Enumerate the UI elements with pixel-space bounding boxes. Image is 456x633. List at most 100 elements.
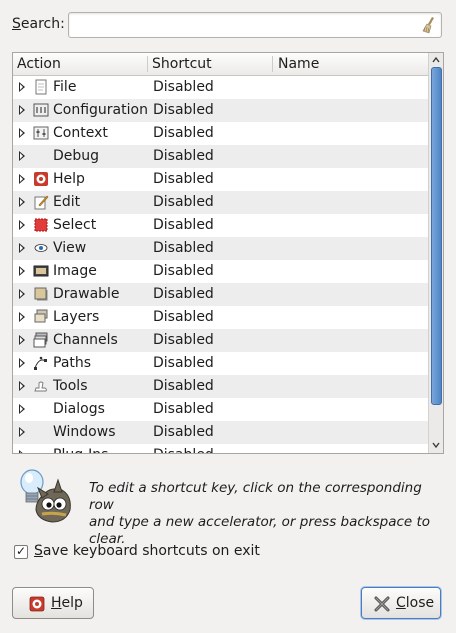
help-lifebuoy-icon: [29, 596, 45, 612]
scroll-up-arrow-icon[interactable]: [432, 56, 440, 64]
table-row[interactable]: View Disabled: [13, 237, 429, 260]
row-shortcut-value: Disabled: [153, 240, 214, 256]
row-shortcut-value: Disabled: [153, 355, 214, 371]
expand-arrow-icon[interactable]: [19, 266, 25, 276]
expand-arrow-icon[interactable]: [19, 243, 25, 253]
row-action-label: File: [53, 79, 77, 95]
expand-arrow-icon[interactable]: [19, 82, 25, 92]
save-shortcuts-checkbox[interactable]: ✓: [14, 544, 28, 559]
column-separator: [147, 56, 148, 72]
drawable-icon: [34, 287, 48, 301]
close-x-icon: [374, 596, 390, 612]
table-row[interactable]: Windows Disabled: [13, 421, 429, 444]
scroll-down-arrow-icon[interactable]: [432, 441, 440, 449]
table-row[interactable]: File Disabled: [13, 76, 429, 99]
row-action-label: Help: [53, 171, 85, 187]
save-shortcuts-label[interactable]: Save keyboard shortcuts on exit: [34, 543, 260, 559]
column-header-shortcut[interactable]: Shortcut: [152, 56, 212, 72]
search-input[interactable]: [68, 12, 442, 38]
expand-arrow-icon[interactable]: [19, 220, 25, 230]
expand-arrow-icon[interactable]: [19, 128, 25, 138]
paths-icon: [34, 356, 47, 370]
wilber-lightbulb-icon: [20, 469, 71, 523]
checkmark-icon: ✓: [16, 544, 27, 558]
table-row[interactable]: Context Disabled: [13, 122, 429, 145]
row-action-label: Drawable: [53, 286, 120, 302]
help-icon: [34, 172, 48, 186]
expand-arrow-icon[interactable]: [19, 335, 25, 345]
row-shortcut-value: Disabled: [153, 217, 214, 233]
table-row[interactable]: Drawable Disabled: [13, 283, 429, 306]
configuration-icon: [33, 103, 49, 117]
table-row[interactable]: Configuration Disabled: [13, 99, 429, 122]
context-icon: [33, 126, 49, 140]
expand-arrow-icon[interactable]: [19, 151, 25, 161]
search-row: Search:: [12, 12, 444, 38]
row-action-label: Dialogs: [53, 401, 105, 417]
tree-rows: File Disabled Configuration Disabled Context…: [13, 76, 429, 453]
table-row[interactable]: Select Disabled: [13, 214, 429, 237]
row-action-label: Windows: [53, 424, 116, 440]
column-header-action[interactable]: Action: [17, 56, 61, 72]
row-shortcut-value: Disabled: [153, 378, 214, 394]
tree-header: Action Shortcut Name: [13, 53, 429, 76]
eye-icon: [34, 244, 48, 252]
channels-icon: [33, 332, 48, 348]
table-row[interactable]: Help Disabled: [13, 168, 429, 191]
table-row[interactable]: Tools Disabled: [13, 375, 429, 398]
expand-arrow-icon[interactable]: [19, 381, 25, 391]
table-row[interactable]: Edit Disabled: [13, 191, 429, 214]
row-action-label: Context: [53, 125, 108, 141]
row-action-label: Select: [53, 217, 97, 233]
row-action-label: Plug-Ins: [53, 447, 108, 453]
row-shortcut-value: Disabled: [153, 401, 214, 417]
table-row[interactable]: Paths Disabled: [13, 352, 429, 375]
row-shortcut-value: Disabled: [153, 286, 214, 302]
layers-icon: [34, 309, 48, 323]
file-icon: [35, 79, 47, 95]
tools-icon: [34, 381, 47, 392]
table-row[interactable]: Layers Disabled: [13, 306, 429, 329]
row-shortcut-value: Disabled: [153, 309, 214, 325]
table-row[interactable]: Image Disabled: [13, 260, 429, 283]
scrollbar-thumb[interactable]: [431, 67, 442, 405]
row-action-label: View: [53, 240, 87, 256]
expand-arrow-icon[interactable]: [19, 174, 25, 184]
expand-arrow-icon[interactable]: [19, 312, 25, 322]
row-action-label: Configuration: [53, 102, 148, 118]
column-separator: [272, 56, 273, 72]
select-icon: [34, 218, 48, 232]
expand-arrow-icon[interactable]: [19, 427, 25, 437]
row-shortcut-value: Disabled: [153, 447, 214, 453]
table-row[interactable]: Dialogs Disabled: [13, 398, 429, 421]
help-button-label: Help: [51, 595, 83, 611]
expand-arrow-icon[interactable]: [19, 358, 25, 368]
table-row[interactable]: Plug-Ins Disabled: [13, 444, 429, 453]
table-row[interactable]: Channels Disabled: [13, 329, 429, 352]
clear-broom-icon[interactable]: [422, 16, 436, 34]
expand-arrow-icon[interactable]: [19, 404, 25, 414]
table-row[interactable]: Debug Disabled: [13, 145, 429, 168]
column-header-name[interactable]: Name: [278, 56, 319, 72]
tip-text: To edit a shortcut key, click on the cor…: [89, 480, 449, 548]
row-action-label: Edit: [53, 194, 81, 210]
expand-arrow-icon[interactable]: [19, 450, 25, 453]
row-shortcut-value: Disabled: [153, 263, 214, 279]
row-action-label: Layers: [53, 309, 100, 325]
image-icon: [33, 265, 49, 277]
help-button[interactable]: Help: [12, 587, 94, 619]
row-action-label: Paths: [53, 355, 92, 371]
expand-arrow-icon[interactable]: [19, 197, 25, 207]
close-button[interactable]: Close: [361, 587, 441, 619]
search-label: Search:: [12, 16, 65, 32]
row-shortcut-value: Disabled: [153, 102, 214, 118]
row-shortcut-value: Disabled: [153, 148, 214, 164]
expand-arrow-icon[interactable]: [19, 105, 25, 115]
shortcuts-tree: Action Shortcut Name File Disabled Configu…: [12, 52, 444, 454]
row-shortcut-value: Disabled: [153, 125, 214, 141]
vertical-scrollbar[interactable]: [428, 53, 443, 453]
expand-arrow-icon[interactable]: [19, 289, 25, 299]
tip-line: To edit a shortcut key, click on the cor…: [89, 480, 422, 513]
row-shortcut-value: Disabled: [153, 171, 214, 187]
edit-icon: [34, 195, 49, 210]
